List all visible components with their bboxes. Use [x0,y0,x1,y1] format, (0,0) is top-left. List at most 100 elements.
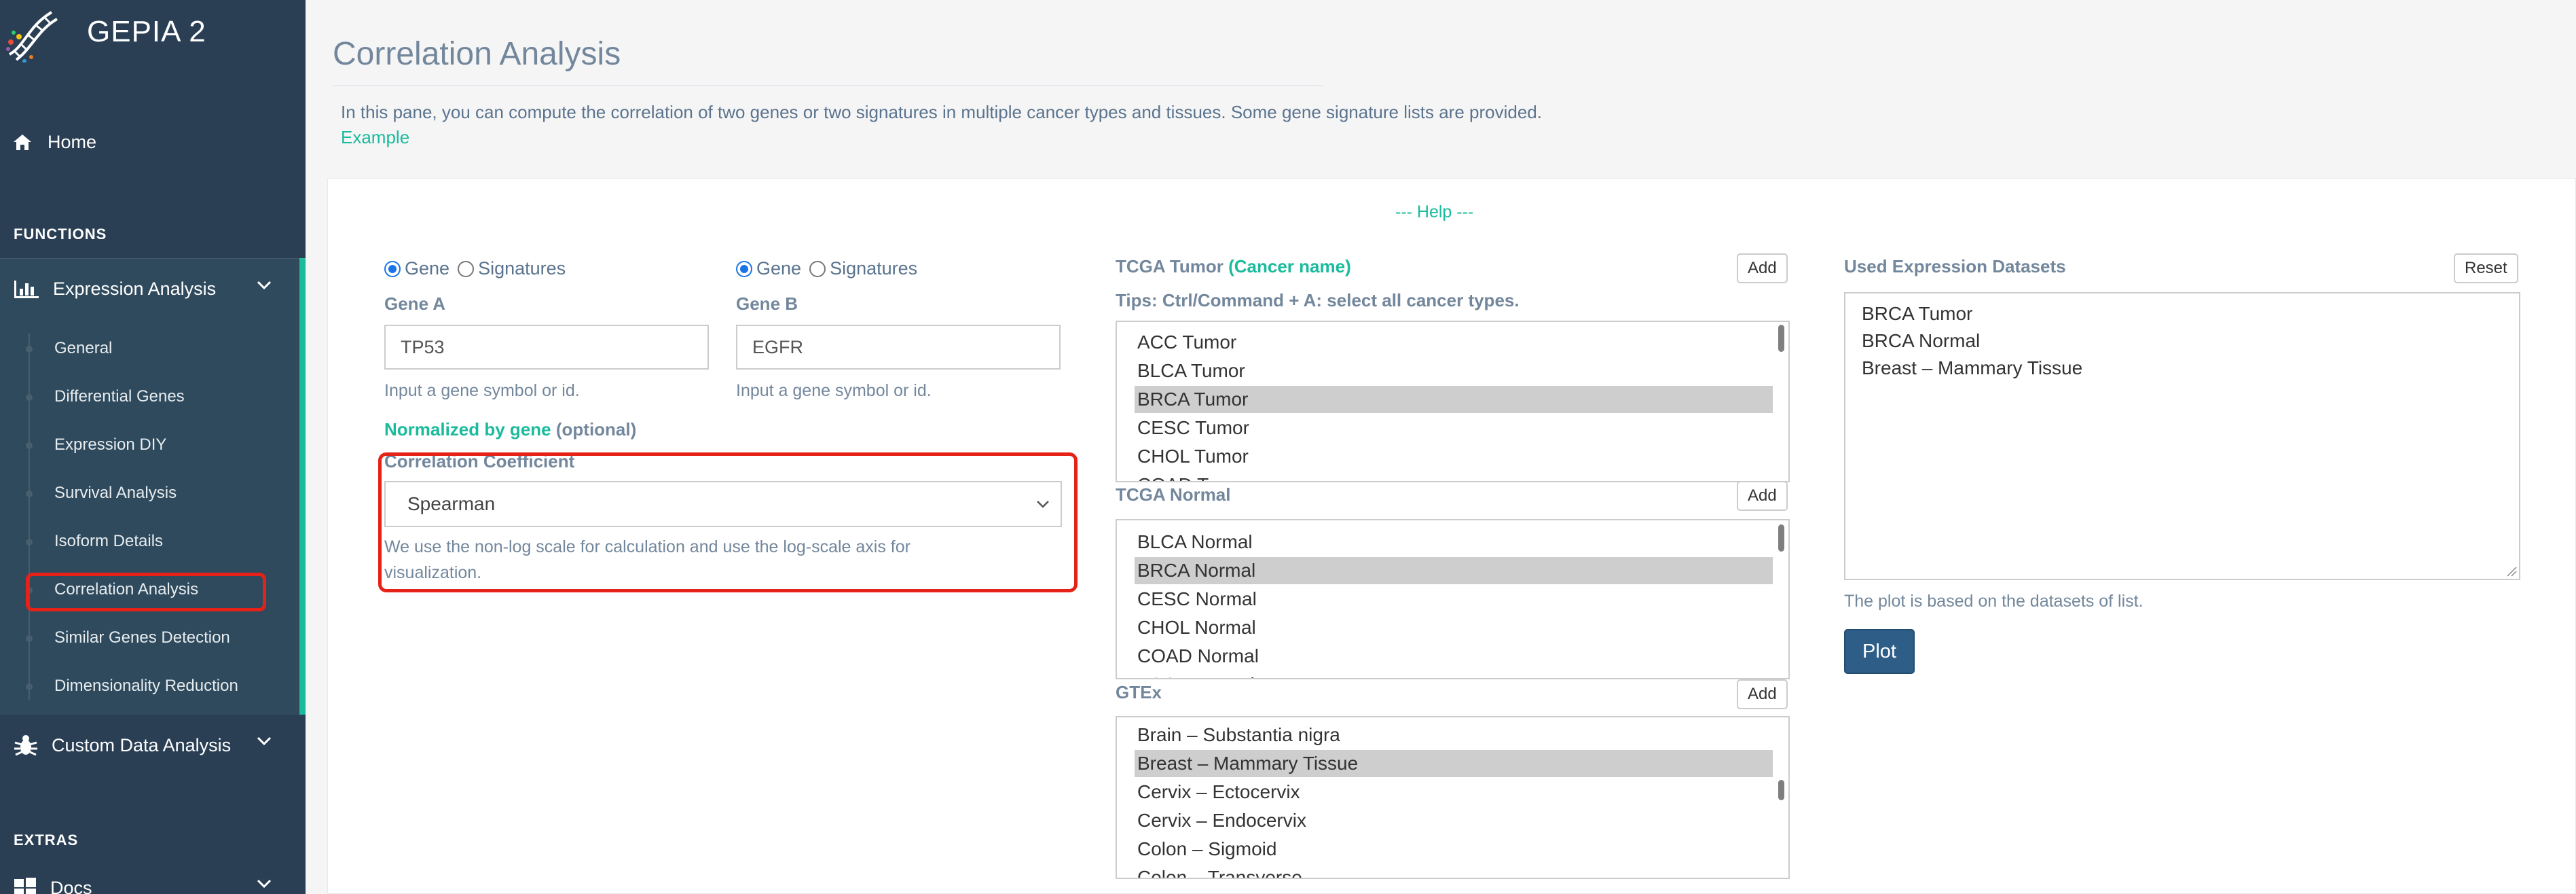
radio-gene-b-gene[interactable] [736,260,752,277]
tcga-tumor-title-text: TCGA Tumor [1116,256,1223,276]
list-option-selected[interactable]: BRCA Tumor [1135,386,1773,413]
expression-analysis-group: Expression Analysis General Differential… [0,258,306,715]
list-option-selected[interactable]: Breast – Mammary Tissue [1135,750,1773,777]
tcga-normal-title: TCGA Normal [1116,484,1231,505]
gene-a-type-radios: Gene Signatures [384,258,574,279]
tcga-normal-listbox[interactable]: BLCA Normal BRCA Normal CESC Normal CHOL… [1116,519,1790,679]
sidebar-item-similar-genes-detection[interactable]: Similar Genes Detection [0,618,299,658]
optional-text: (optional) [555,419,637,440]
sidebar-item-label: Survival Analysis [54,484,177,502]
radio-gene-label: Gene [756,258,802,279]
used-datasets-textarea[interactable]: BRCA Tumor BRCA Normal Breast – Mammary … [1844,292,2520,580]
tcga-tumor-title: TCGA Tumor (Cancer name) [1116,256,1351,277]
plot-note: The plot is based on the datasets of lis… [1844,592,2143,611]
bullet-dot [26,394,33,401]
list-option[interactable]: Colon – Sigmoid [1135,836,1773,863]
title-divider [333,85,1324,86]
extras-heading: EXTRAS [14,832,79,848]
list-option[interactable]: CHOL Tumor [1135,443,1773,470]
sidebar-item-differential-genes[interactable]: Differential Genes [0,376,299,417]
sidebar-item-expression-diy[interactable]: Expression DIY [0,425,299,465]
nav-home-label: Home [48,131,97,152]
bullet-dot [26,442,33,449]
chevron-down-icon [257,879,272,889]
scrollbar-thumb[interactable] [1778,325,1784,352]
radio-gene-a-signatures[interactable] [458,260,475,277]
dna-logo-icon [6,11,58,62]
reset-button[interactable]: Reset [2454,253,2518,283]
bar-chart-icon [14,280,39,298]
list-option[interactable]: ESCA Normal [1135,671,1773,678]
sidebar: GEPIA 2 Home FUNCTIONS Expression Analys… [0,0,306,894]
gene-b-type-radios: Gene Signatures [736,258,925,279]
gene-a-hint: Input a gene symbol or id. [384,381,580,400]
sidebar-item-general[interactable]: General [0,328,299,369]
gene-b-hint: Input a gene symbol or id. [736,381,932,400]
menu-custom-data-analysis[interactable]: Custom Data Analysis [0,715,306,776]
intro-text: In this pane, you can compute the correl… [341,102,1542,122]
bullet-dot [26,635,33,642]
menu-custom-data-analysis-label: Custom Data Analysis [52,734,232,755]
bullet-dot [26,490,33,497]
help-link[interactable]: --- Help --- [1395,202,1473,222]
gtex-title: GTEx [1116,682,1162,702]
plot-button[interactable]: Plot [1844,629,1915,674]
list-option[interactable]: CESC Normal [1135,586,1773,613]
radio-gene-a-gene[interactable] [384,260,401,277]
gene-a-input[interactable] [384,325,709,370]
bullet-dot [26,683,33,690]
sidebar-item-dimensionality-reduction[interactable]: Dimensionality Reduction [0,666,299,707]
list-option[interactable]: BLCA Normal [1135,529,1773,556]
sidebar-item-label: Differential Genes [54,387,185,406]
normalized-by-gene-link[interactable]: Normalized by gene (optional) [384,419,636,440]
normalized-by-gene-text: Normalized by gene [384,419,551,440]
list-option[interactable]: COAD Normal [1135,643,1773,670]
radio-signatures-label: Signatures [478,258,566,279]
scrollbar-thumb[interactable] [1778,524,1784,552]
brand[interactable]: GEPIA 2 [0,0,306,68]
add-tcga-normal-button[interactable]: Add [1737,481,1788,511]
menu-docs[interactable]: Docs [0,857,306,894]
nav-home[interactable]: Home [12,125,96,159]
list-option[interactable]: ACC Tumor [1135,329,1773,356]
list-option[interactable]: Brain – Substantia nigra [1135,721,1773,749]
radio-gene-b-signatures[interactable] [809,260,826,277]
bullet-dot [26,539,33,546]
list-option[interactable]: Cervix – Ectocervix [1135,779,1773,806]
scrollbar-thumb[interactable] [1778,780,1784,800]
menu-expression-analysis[interactable]: Expression Analysis [0,258,306,319]
list-option[interactable]: CHOL Normal [1135,614,1773,641]
sidebar-item-label: Expression DIY [54,435,167,454]
add-tcga-tumor-button[interactable]: Add [1737,253,1788,283]
tcga-tumor-listbox[interactable]: ACC Tumor BLCA Tumor BRCA Tumor CESC Tum… [1116,321,1790,482]
used-datasets-title: Used Expression Datasets [1844,256,2066,276]
tips-text: Tips: Ctrl/Command + A: select all cance… [1116,290,1520,310]
example-link[interactable]: Example [341,127,409,148]
chevron-down-icon [257,736,272,746]
list-option[interactable]: BLCA Tumor [1135,357,1773,385]
chevron-down-icon [257,281,272,290]
page-title: Correlation Analysis [333,36,621,72]
app-name: GEPIA 2 [87,15,206,48]
add-gtex-button[interactable]: Add [1737,679,1788,709]
list-option[interactable]: COAD Tumor [1135,471,1773,481]
list-option[interactable]: Colon – Transverse [1135,864,1773,878]
used-dataset-item: Breast – Mammary Tissue [1862,357,2083,378]
sidebar-item-label: Isoform Details [54,532,164,550]
gene-a-label: Gene A [384,293,446,314]
gene-b-input[interactable] [736,325,1061,370]
menu-expression-analysis-label: Expression Analysis [53,279,217,299]
list-option[interactable]: Cervix – Endocervix [1135,807,1773,834]
sidebar-item-survival-analysis[interactable]: Survival Analysis [0,473,299,514]
list-option[interactable]: CESC Tumor [1135,414,1773,442]
functions-heading: FUNCTIONS [14,226,107,243]
radio-signatures-label: Signatures [830,258,918,279]
sidebar-item-isoform-details[interactable]: Isoform Details [0,521,299,562]
gtex-listbox[interactable]: Brain – Substantia nigra Breast – Mammar… [1116,716,1790,879]
resize-grip-icon[interactable] [2506,566,2517,577]
cancer-name-link[interactable]: (Cancer name) [1228,256,1351,276]
used-dataset-item: BRCA Normal [1862,330,1981,351]
list-option-selected[interactable]: BRCA Normal [1135,557,1773,584]
radio-gene-label: Gene [405,258,450,279]
highlight-box-sidebar [26,573,266,611]
